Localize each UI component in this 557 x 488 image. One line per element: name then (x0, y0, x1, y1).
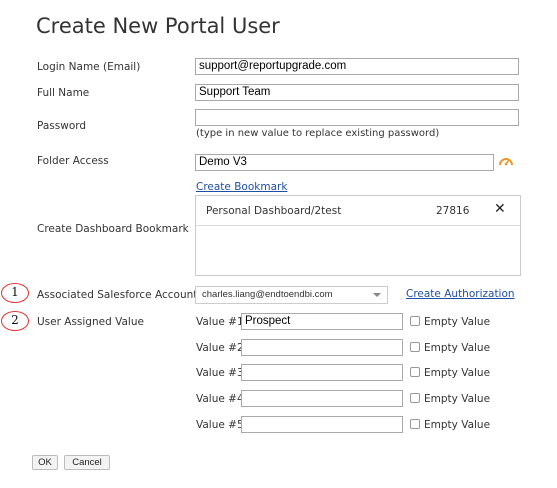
ok-button[interactable]: OK (32, 455, 58, 470)
login-label: Login Name (Email) (37, 61, 141, 73)
value-3-empty-checkbox[interactable] (410, 367, 420, 377)
chevron-down-icon (373, 293, 381, 297)
value-5-empty-label: Empty Value (424, 419, 491, 431)
value-2-empty-label: Empty Value (424, 342, 491, 354)
value-4-empty-checkbox[interactable] (410, 393, 420, 403)
value-1-input[interactable]: Prospect (241, 313, 403, 330)
password-input[interactable] (195, 109, 519, 126)
bookmark-row: Personal Dashboard/2test 27816 ✕ (196, 196, 520, 226)
password-hint: (type in new value to replace existing p… (196, 128, 440, 139)
bookmark-list: Personal Dashboard/2test 27816 ✕ (195, 195, 521, 276)
fullname-input[interactable]: Support Team (195, 84, 519, 101)
password-label: Password (37, 120, 87, 132)
annotation-marker-2: 2 (1, 311, 29, 331)
annotation-marker-1: 1 (1, 283, 29, 303)
value-3-empty-label: Empty Value (424, 367, 491, 379)
salesforce-account-label: Associated Salesforce Account (37, 289, 198, 301)
value-1-empty-label: Empty Value (424, 316, 491, 328)
create-authorization-link[interactable]: Create Authorization (406, 288, 515, 300)
value-4-label: Value #4 (196, 393, 244, 405)
folder-access-input[interactable]: Demo V3 (195, 154, 494, 171)
dashboard-gauge-icon[interactable] (498, 153, 514, 167)
login-input[interactable]: support@reportupgrade.com (195, 58, 519, 75)
value-3-label: Value #3 (196, 367, 244, 379)
create-bookmark-link[interactable]: Create Bookmark (196, 181, 287, 193)
value-1-label: Value #1 (196, 316, 244, 328)
remove-bookmark-icon[interactable]: ✕ (494, 201, 506, 217)
value-5-label: Value #5 (196, 419, 244, 431)
value-2-input[interactable] (241, 339, 403, 356)
salesforce-account-value: charles.liang@endtoendbi.com (202, 289, 333, 300)
value-4-input[interactable] (241, 390, 403, 407)
value-5-input[interactable] (241, 416, 403, 433)
bookmark-id: 27816 (436, 205, 470, 217)
dashboard-bookmark-label: Create Dashboard Bookmark (37, 223, 189, 235)
value-2-label: Value #2 (196, 342, 244, 354)
folder-access-label: Folder Access (37, 155, 109, 167)
page-title: Create New Portal User (36, 14, 280, 38)
value-5-empty-checkbox[interactable] (410, 419, 420, 429)
value-4-empty-label: Empty Value (424, 393, 491, 405)
salesforce-account-select[interactable]: charles.liang@endtoendbi.com (195, 286, 388, 304)
user-assigned-value-label: User Assigned Value (37, 316, 144, 328)
value-2-empty-checkbox[interactable] (410, 342, 420, 352)
value-1-empty-checkbox[interactable] (410, 316, 420, 326)
cancel-button[interactable]: Cancel (64, 455, 110, 470)
bookmark-name: Personal Dashboard/2test (206, 205, 342, 217)
value-3-input[interactable] (241, 364, 403, 381)
fullname-label: Full Name (37, 87, 90, 99)
